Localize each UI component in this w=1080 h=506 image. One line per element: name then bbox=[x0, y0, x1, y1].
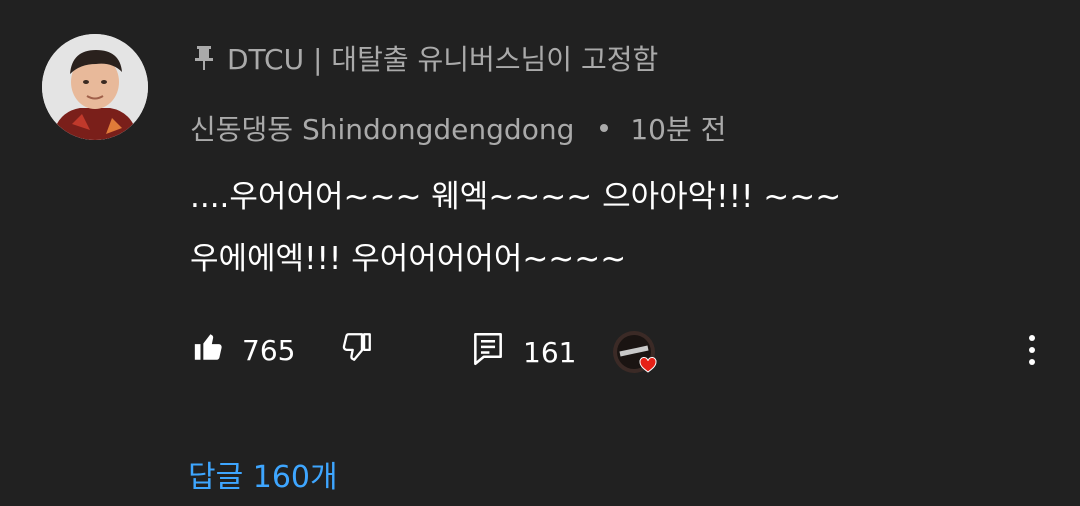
dislike-button[interactable] bbox=[340, 330, 374, 371]
comment-icon bbox=[471, 330, 505, 375]
reply-count: 161 bbox=[523, 336, 577, 369]
pin-icon bbox=[193, 45, 215, 71]
replies-button[interactable]: 161 bbox=[471, 330, 576, 375]
author-name[interactable]: 신동댕동 Shindongdengdong bbox=[190, 108, 574, 148]
comment-time[interactable]: 10분 전 bbox=[630, 108, 726, 148]
like-count: 765 bbox=[242, 334, 296, 367]
pinned-label: DTCU | 대탈출 유니버스님이 고정함 bbox=[193, 38, 658, 78]
comment-line-1: ....우어어어~~~ 웨엑~~~~ 으아아악!!! ~~~ bbox=[190, 179, 842, 215]
creator-heart-badge[interactable] bbox=[612, 330, 668, 380]
comment-header: 신동댕동 Shindongdengdong 10분 전 bbox=[190, 108, 726, 148]
author-avatar[interactable] bbox=[42, 34, 148, 140]
comment-line-2: 우에에엑!!! 우어어어어어~~~~ bbox=[190, 241, 627, 277]
thumbs-up-icon bbox=[192, 330, 226, 371]
more-options-icon[interactable] bbox=[1020, 330, 1044, 374]
like-button[interactable]: 765 bbox=[192, 330, 295, 371]
view-replies-link[interactable]: 답글 160개 bbox=[188, 452, 338, 496]
pinned-text: DTCU | 대탈출 유니버스님이 고정함 bbox=[227, 43, 659, 76]
thumbs-down-icon bbox=[340, 330, 374, 371]
comment-text: ....우어어어~~~ 웨엑~~~~ 으아아악!!! ~~~ 우에에엑!!! 우… bbox=[190, 166, 1050, 290]
separator-dot bbox=[600, 124, 609, 132]
